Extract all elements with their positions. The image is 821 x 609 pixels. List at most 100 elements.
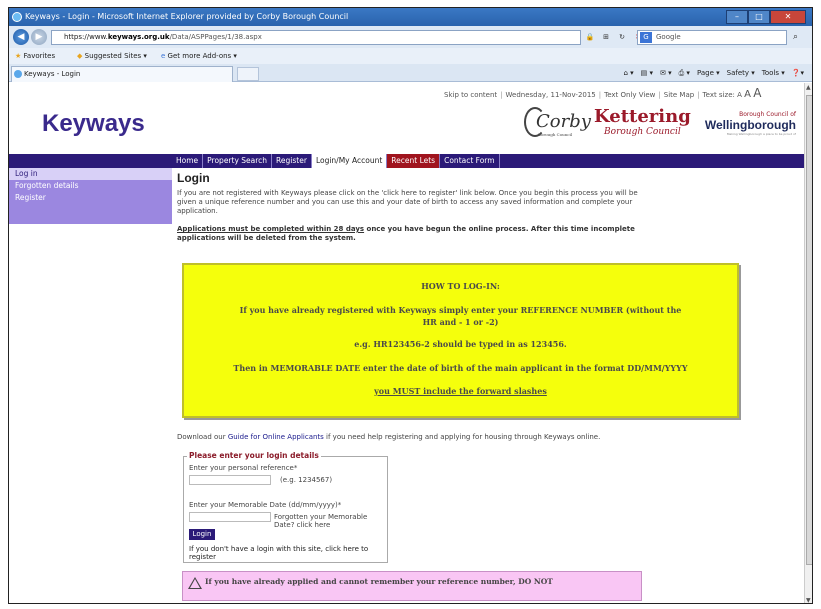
- wellingborough-logo-tag: Making Wellingborough a place to be prou…: [726, 132, 796, 136]
- text-only-link[interactable]: Text Only View: [604, 91, 655, 99]
- sidebar-item-log-in[interactable]: Log in: [9, 168, 172, 180]
- corby-logo[interactable]: Corby Borough Council: [524, 107, 591, 141]
- memorable-date-input[interactable]: [189, 512, 271, 522]
- forgot-date-link[interactable]: Forgotten your Memorable Date? click her…: [274, 513, 387, 529]
- guide-text: Download our Guide for Online Applicants…: [177, 433, 657, 442]
- compat-icon[interactable]: ⊞: [600, 31, 612, 43]
- tab-bar: Keyways - Login ⌂ ▾ ▤ ▾ ✉ ▾ ⎙ ▾ Page ▾ S…: [9, 64, 812, 82]
- ie-logo-icon: [12, 12, 22, 22]
- text-size-small[interactable]: A: [737, 91, 742, 99]
- back-button[interactable]: ◀: [13, 29, 29, 45]
- intro-text: If you are not registered with Keyways p…: [177, 189, 638, 215]
- feeds-icon[interactable]: ▤ ▾: [641, 64, 653, 82]
- page-menu[interactable]: Page ▾: [697, 64, 720, 82]
- login-form: Please enter your login details Enter yo…: [183, 451, 388, 563]
- wellingborough-logo[interactable]: Borough Council of Wellingborough Making…: [704, 111, 796, 136]
- nav-register[interactable]: Register: [272, 154, 312, 168]
- refresh-icon[interactable]: ↻: [616, 31, 628, 43]
- close-button[interactable]: ✕: [770, 10, 806, 24]
- text-size-label: Text size:: [702, 91, 735, 99]
- login-button[interactable]: Login: [189, 529, 215, 540]
- url-path: /Data/ASPPages/1/38.aspx: [169, 33, 262, 41]
- google-icon: G: [640, 32, 652, 43]
- window-controls: – □ ✕: [726, 10, 806, 24]
- suggested-sites-icon: ◆: [77, 52, 83, 60]
- nav-home[interactable]: Home: [172, 154, 204, 168]
- guide-post: if you need help registering and applyin…: [323, 433, 601, 441]
- url-host: keyways.org.uk: [107, 33, 170, 41]
- search-icon[interactable]: ⌕: [793, 30, 807, 44]
- reference-input[interactable]: [189, 475, 271, 485]
- sidebar-item-forgotten-details[interactable]: Forgotten details: [9, 180, 172, 192]
- register-link[interactable]: If you don't have a login with this site…: [189, 545, 387, 561]
- mail-icon[interactable]: ✉ ▾: [660, 64, 672, 82]
- tools-menu[interactable]: Tools ▾: [762, 64, 785, 82]
- guide-pre: Download our: [177, 433, 228, 441]
- kettering-logo[interactable]: Kettering Borough Council: [594, 106, 691, 138]
- safety-menu[interactable]: Safety ▾: [727, 64, 755, 82]
- memorable-date-label: Enter your Memorable Date (dd/mm/yyyy)*: [189, 501, 342, 509]
- print-icon[interactable]: ⎙ ▾: [679, 64, 690, 82]
- suggested-sites-link[interactable]: ◆ Suggested Sites ▾: [77, 48, 147, 64]
- current-date: Wednesday, 11-Nov-2015: [505, 91, 596, 99]
- kettering-logo-text: Kettering: [594, 106, 691, 127]
- scroll-down-icon[interactable]: ▼: [806, 597, 811, 603]
- scroll-thumb[interactable]: [806, 95, 812, 565]
- top-links: Skip to content | Wednesday, 11-Nov-2015 | T…: [444, 86, 762, 100]
- howto-heading: HOW TO LOG-IN:: [421, 281, 500, 291]
- vertical-scrollbar[interactable]: ▲ ▼: [804, 83, 812, 603]
- site-map-link[interactable]: Site Map: [664, 91, 694, 99]
- sidebar: Log in Forgotten details Register: [9, 168, 172, 224]
- home-icon[interactable]: ⌂ ▾: [623, 64, 633, 82]
- suggested-sites-label: Suggested Sites ▾: [84, 52, 147, 60]
- favorites-label: Favorites: [23, 52, 56, 60]
- guide-link[interactable]: Guide for Online Applicants: [228, 433, 324, 441]
- deadline-notice-strong: Applications must be completed within 28…: [177, 225, 365, 233]
- search-placeholder: Google: [656, 33, 681, 41]
- warning-box: If you have already applied and cannot r…: [182, 571, 642, 601]
- howto-line3: Then in MEMORABLE DATE enter the date of…: [233, 363, 688, 373]
- forward-button[interactable]: ▶: [31, 29, 47, 45]
- scroll-up-icon[interactable]: ▲: [806, 84, 811, 91]
- get-addons-link[interactable]: e Get more Add-ons ▾: [161, 48, 237, 64]
- help-icon[interactable]: ❓▾: [792, 64, 804, 82]
- skip-to-content-link[interactable]: Skip to content: [444, 91, 497, 99]
- nav-property-search[interactable]: Property Search: [203, 154, 273, 168]
- wellingborough-logo-text: Wellingborough: [704, 118, 796, 132]
- warning-text: If you have already applied and cannot r…: [205, 577, 553, 586]
- howto-line2: e.g. HR123456-2 should be typed in as 12…: [354, 339, 567, 349]
- address-icons: 🔒 ⊞ ↻ ✕: [584, 31, 644, 43]
- nav-contact-form[interactable]: Contact Form: [440, 154, 500, 168]
- command-bar: ⌂ ▾ ▤ ▾ ✉ ▾ ⎙ ▾ Page ▾ Safety ▾ Tools ▾ …: [623, 64, 804, 82]
- favorites-bar: ★ Favorites ◆ Suggested Sites ▾ e Get mo…: [9, 48, 812, 64]
- corby-logo-text: Corby: [536, 111, 591, 132]
- maximize-button[interactable]: □: [748, 10, 770, 24]
- address-row: ◀ ▶ https://www.keyways.org.uk/Data/ASPP…: [9, 26, 812, 48]
- nav-login-my-account[interactable]: Login/My Account: [311, 154, 388, 168]
- new-tab-button[interactable]: [237, 67, 259, 81]
- addons-icon: e: [161, 52, 166, 60]
- page-icon: [14, 70, 22, 78]
- tab-keyways-login[interactable]: Keyways - Login: [11, 66, 233, 82]
- get-addons-label: Get more Add-ons ▾: [167, 52, 237, 60]
- reference-hint: (e.g. 1234567): [280, 476, 333, 484]
- page-title: Login: [177, 171, 210, 185]
- nav-recent-lets[interactable]: Recent Lets: [387, 154, 441, 168]
- minimize-button[interactable]: –: [726, 10, 748, 24]
- lock-icon[interactable]: 🔒: [584, 31, 596, 43]
- kettering-logo-sub: Borough Council: [604, 127, 681, 137]
- window-title: Keyways - Login - Microsoft Internet Exp…: [25, 12, 349, 21]
- tab-label: Keyways - Login: [24, 70, 81, 78]
- address-bar[interactable]: https://www.keyways.org.uk/Data/ASPPages…: [51, 30, 581, 45]
- sidebar-item-register[interactable]: Register: [9, 192, 172, 204]
- main-content: Login If you are not registered with Key…: [177, 171, 797, 601]
- reference-label: Enter your personal reference*: [189, 464, 298, 472]
- howto-line1b: HR and - 1 or -2): [422, 317, 499, 327]
- title-bar: Keyways - Login - Microsoft Internet Exp…: [9, 8, 812, 26]
- text-size-medium[interactable]: A: [744, 89, 751, 100]
- keyways-logo[interactable]: Keyways: [42, 110, 145, 138]
- text-size-large[interactable]: A: [753, 86, 761, 100]
- search-input[interactable]: G Google: [637, 30, 787, 45]
- favorites-button[interactable]: ★ Favorites: [15, 48, 55, 64]
- page-viewport: Skip to content | Wednesday, 11-Nov-2015 | T…: [9, 83, 804, 603]
